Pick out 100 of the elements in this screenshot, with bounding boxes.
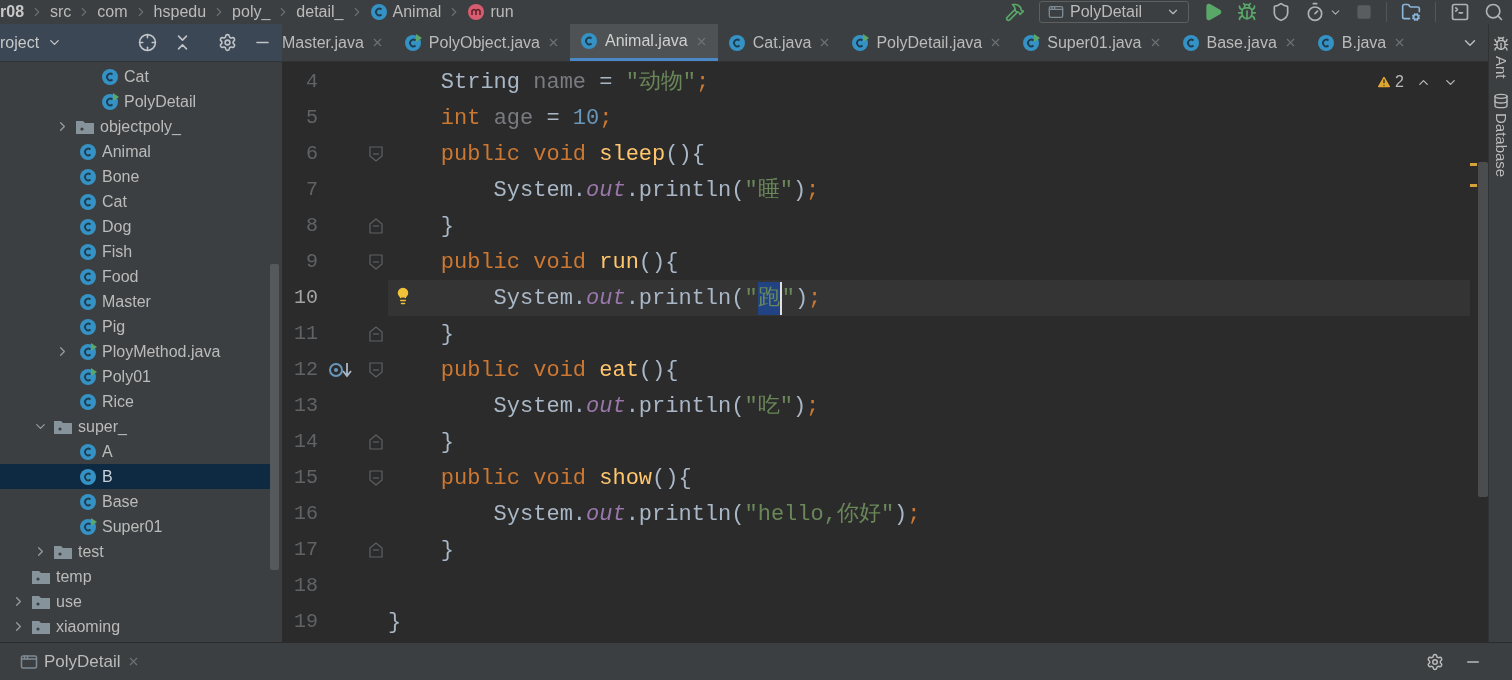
- locate-icon[interactable]: [138, 33, 157, 52]
- build-icon[interactable]: [1005, 2, 1025, 22]
- line-number: 4: [306, 69, 318, 95]
- search-icon[interactable]: [1484, 2, 1504, 22]
- line-number: 16: [294, 501, 318, 527]
- folder-icon: [31, 568, 51, 585]
- editor-tab[interactable]: PolyDetail.java: [841, 24, 1013, 61]
- scrollbar[interactable]: [270, 264, 279, 570]
- tree-item[interactable]: Cat: [0, 64, 270, 89]
- runnable-class-icon: [79, 517, 97, 536]
- line-number: 14: [294, 429, 318, 455]
- fold-end-icon[interactable]: [369, 434, 383, 450]
- database-icon: [1492, 92, 1509, 109]
- run-config-dropdown[interactable]: PolyDetail: [1039, 1, 1189, 23]
- code-line: String name = "动物";: [439, 68, 710, 97]
- code-line: System.out.println("睡");: [492, 176, 820, 205]
- run-tab[interactable]: PolyDetail: [20, 648, 140, 675]
- run-icon[interactable]: [1203, 2, 1223, 22]
- class-icon: [101, 67, 119, 86]
- panel-title[interactable]: roject: [0, 30, 40, 55]
- editor-tab[interactable]: PolyObject.java: [393, 24, 570, 61]
- tree-item[interactable]: use: [0, 589, 270, 614]
- line-number: 15: [294, 465, 318, 491]
- terminal-icon[interactable]: [1450, 2, 1470, 22]
- line-number: 18: [294, 573, 318, 599]
- editor-tab[interactable]: Base.java: [1171, 24, 1307, 61]
- editor-tab[interactable]: Super01.java: [1012, 24, 1172, 61]
- code-line: public void run(){: [439, 248, 679, 277]
- fold-icon[interactable]: [369, 362, 383, 378]
- code-line: }: [388, 608, 402, 637]
- scrollbar[interactable]: [1478, 162, 1488, 497]
- breadcrumb-item[interactable]: src: [50, 0, 72, 24]
- settings-icon[interactable]: [1426, 652, 1444, 671]
- warning-count[interactable]: 2: [1376, 70, 1404, 94]
- fold-end-icon[interactable]: [369, 218, 383, 234]
- class-icon: [79, 492, 97, 511]
- line-number: 19: [294, 609, 318, 635]
- class-icon: [79, 442, 97, 461]
- fold-icon[interactable]: [369, 470, 383, 486]
- editor-tab[interactable]: Cat.java: [717, 24, 842, 61]
- tree-item[interactable]: PolyDetail: [0, 89, 270, 114]
- tree-item[interactable]: super_: [0, 414, 270, 439]
- line-number: 6: [306, 141, 318, 167]
- tree-item[interactable]: test: [0, 539, 270, 564]
- editor-tab[interactable]: B.java: [1306, 24, 1417, 61]
- folder-icon: [75, 118, 95, 135]
- fold-end-icon[interactable]: [369, 542, 383, 558]
- class-icon: [79, 467, 97, 486]
- breadcrumb-item[interactable]: detail_: [296, 0, 344, 24]
- fold-icon[interactable]: [369, 146, 383, 162]
- debug-icon[interactable]: [1237, 2, 1257, 22]
- tool-window-button[interactable]: Database: [1489, 92, 1512, 177]
- tree-item[interactable]: Dog: [0, 214, 270, 239]
- class-icon: [79, 142, 97, 161]
- tree-item[interactable]: Super01: [0, 514, 270, 539]
- runnable-class-icon: [79, 367, 97, 386]
- tree-item[interactable]: A: [0, 439, 270, 464]
- window-icon: [1048, 4, 1064, 20]
- profiler-icon[interactable]: [1305, 2, 1325, 22]
- tool-window-button[interactable]: Ant: [1489, 36, 1512, 79]
- tree-item[interactable]: objectpoly_: [0, 114, 270, 139]
- close-icon[interactable]: [547, 36, 560, 49]
- breadcrumb-item[interactable]: com: [97, 0, 128, 24]
- breadcrumb-item[interactable]: Animal: [369, 0, 442, 24]
- class-icon: [369, 3, 388, 21]
- fold-end-icon[interactable]: [369, 326, 383, 342]
- tree-item[interactable]: B: [0, 464, 270, 489]
- tree-item[interactable]: temp: [0, 564, 270, 589]
- editor-tab[interactable]: Master.java: [282, 24, 394, 61]
- tree-item[interactable]: Poly01: [0, 364, 270, 389]
- line-number: 17: [294, 537, 318, 563]
- tree-item[interactable]: Master: [0, 289, 270, 314]
- tree-item[interactable]: xiaoming: [0, 614, 270, 639]
- tree-item[interactable]: Animal: [0, 139, 270, 164]
- breadcrumb-item[interactable]: poly_: [232, 0, 271, 24]
- line-number: 7: [306, 177, 318, 203]
- breadcrumb-item[interactable]: run: [467, 0, 514, 24]
- folder-icon: [31, 593, 51, 610]
- bug-icon: [1492, 36, 1509, 52]
- code-line: int age = 10;: [439, 104, 613, 133]
- coverage-icon[interactable]: [1271, 2, 1291, 22]
- window-icon: [20, 652, 38, 671]
- fold-icon[interactable]: [369, 254, 383, 270]
- code-line: public void show(){: [439, 464, 692, 493]
- tree-item[interactable]: Cat: [0, 189, 270, 214]
- tree-item[interactable]: Rice: [0, 389, 270, 414]
- project-structure-icon[interactable]: [1401, 2, 1421, 22]
- tree-item[interactable]: Food: [0, 264, 270, 289]
- override-method-icon[interactable]: [328, 360, 354, 380]
- runnable-class-icon: [79, 342, 97, 361]
- tree-item[interactable]: Base: [0, 489, 270, 514]
- settings-icon[interactable]: [218, 33, 237, 52]
- tree-item[interactable]: PloyMethod.java: [0, 339, 270, 364]
- breadcrumb-item[interactable]: hspedu: [153, 0, 207, 24]
- tree-item[interactable]: Pig: [0, 314, 270, 339]
- code-line: }: [439, 536, 454, 565]
- editor-tab[interactable]: Animal.java: [570, 24, 718, 61]
- tree-item[interactable]: Bone: [0, 164, 270, 189]
- breadcrumb-item[interactable]: r08: [0, 0, 25, 24]
- tree-item[interactable]: Fish: [0, 239, 270, 264]
